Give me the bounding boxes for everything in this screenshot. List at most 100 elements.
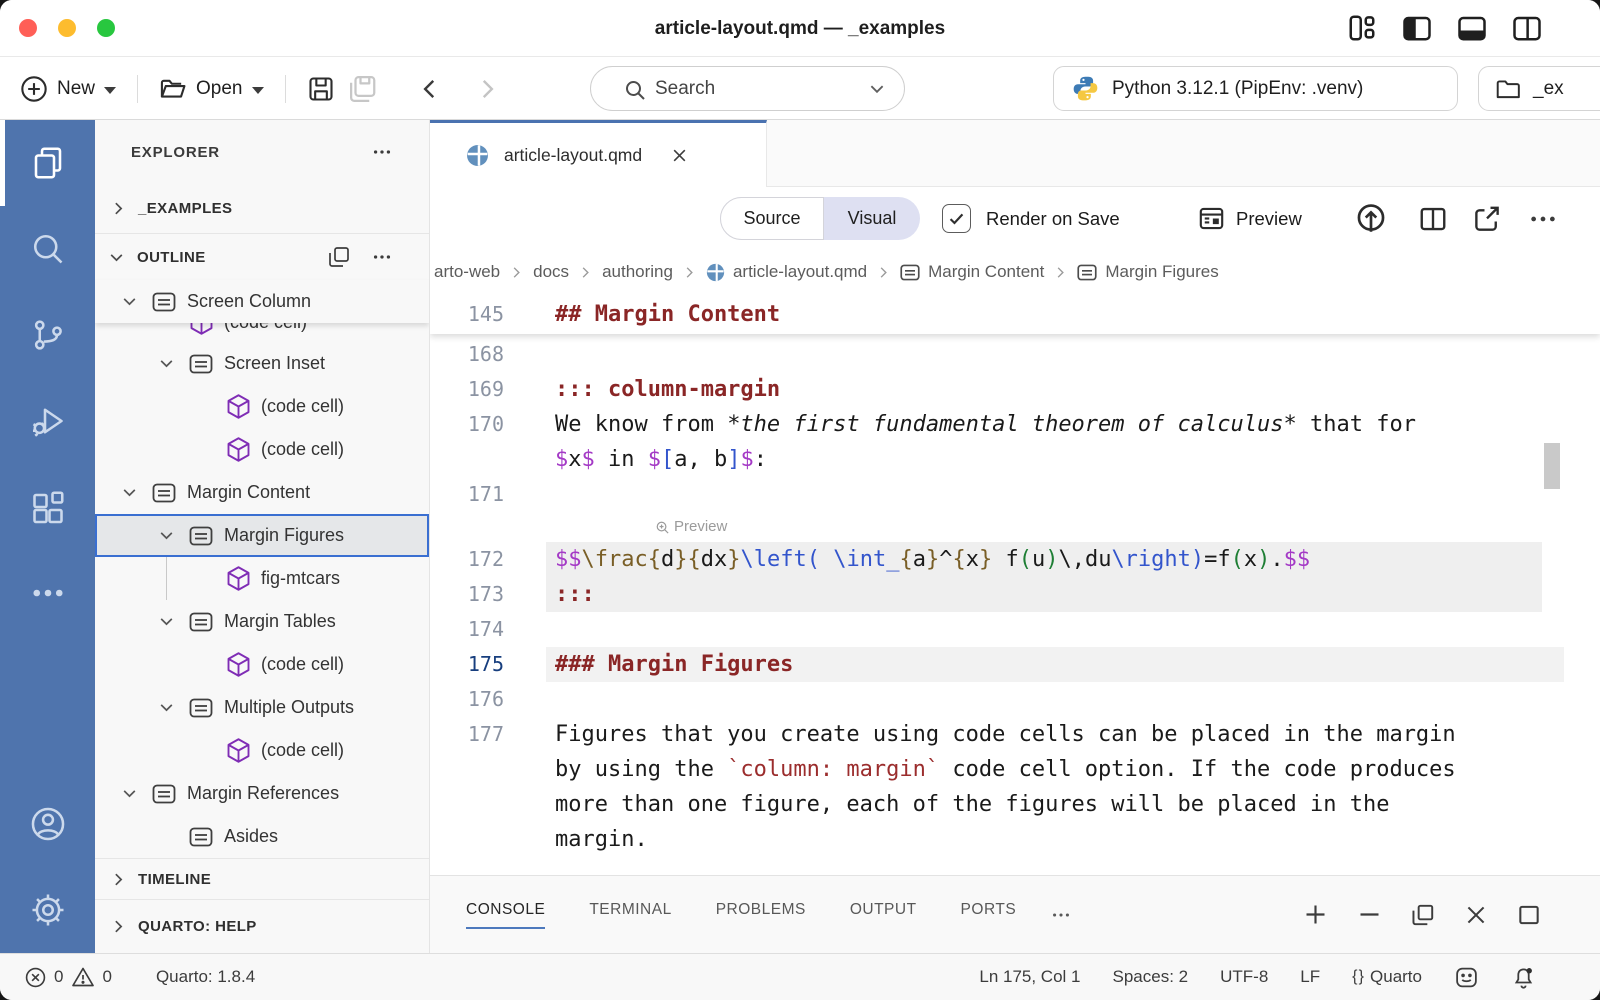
preview-button[interactable]: Preview [1198, 187, 1302, 250]
line-number: 169 [430, 372, 530, 407]
panel-tab-console[interactable]: CONSOLE [466, 901, 545, 929]
breadcrumb-item[interactable]: authoring [602, 262, 673, 282]
quarto-version-status[interactable]: Quarto: 1.8.4 [156, 967, 255, 987]
code-line[interactable]: 176 [430, 682, 1600, 717]
code-line[interactable]: by using the `column: margin` code cell … [430, 752, 1600, 787]
warnings-status[interactable]: 0 [71, 965, 111, 989]
outline-more-actions-icon[interactable] [371, 246, 393, 268]
close-panel-icon[interactable] [1463, 902, 1489, 928]
code-line[interactable]: 173::: [430, 577, 1600, 612]
outline-item-margin-figures[interactable]: Margin Figures [95, 514, 429, 557]
indentation-status[interactable]: Spaces: 2 [1113, 967, 1189, 987]
sidebar-section-quarto-help[interactable]: QUARTO: HELP [95, 899, 429, 953]
code-line[interactable]: 170We know from *the first fundamental t… [430, 407, 1600, 442]
outline-item-code-cell[interactable]: (code cell) [95, 428, 429, 471]
panel-tab-ports[interactable]: PORTS [961, 901, 1017, 929]
code-editor[interactable]: 145## Margin Content 168169::: column-ma… [430, 294, 1600, 875]
save-button[interactable] [307, 75, 335, 103]
outline-item-multiple-outputs[interactable]: Multiple Outputs [95, 686, 429, 729]
activity-extensions-button[interactable] [0, 464, 95, 550]
outline-item-code-cell[interactable]: (code cell) [95, 385, 429, 428]
minimize-panel-icon[interactable] [1356, 901, 1383, 928]
search-input[interactable]: Search [590, 66, 905, 111]
activity-explorer-button[interactable] [0, 120, 95, 206]
outline-item-asides[interactable]: Asides [95, 815, 429, 858]
code-line[interactable]: 177Figures that you create using code ce… [430, 717, 1600, 752]
breadcrumb-item[interactable]: article-layout.qmd [706, 262, 867, 282]
code-line[interactable]: $x$ in $[a, b]$: [430, 442, 1600, 477]
outline-item-margin-tables[interactable]: Margin Tables [95, 600, 429, 643]
code-line[interactable]: margin. [430, 822, 1600, 857]
workspace-button[interactable]: _ex [1478, 66, 1600, 111]
panel-tab-output[interactable]: OUTPUT [850, 901, 917, 929]
activity-run-debug-button[interactable] [0, 378, 95, 464]
open-external-button[interactable] [1472, 187, 1502, 250]
breadcrumb-item[interactable]: Margin Figures [1077, 262, 1218, 282]
code-line[interactable]: more than one figure, each of the figure… [430, 787, 1600, 822]
editor-scrollbar-thumb[interactable] [1544, 443, 1560, 489]
maximize-panel-icon[interactable] [1516, 902, 1542, 928]
code-line[interactable]: 168 [430, 337, 1600, 372]
panel-tab-problems[interactable]: PROBLEMS [716, 901, 806, 929]
breadcrumb-item[interactable]: arto-web [434, 262, 500, 282]
toggle-secondary-sidebar-icon[interactable] [1510, 11, 1544, 45]
sidebar-section-timeline[interactable]: TIMELINE [95, 858, 429, 899]
code-line[interactable]: Preview [430, 512, 1600, 542]
feedback-button[interactable] [1454, 965, 1479, 990]
split-editor-button[interactable] [1418, 187, 1448, 250]
outline-item-fig-mtcars[interactable]: fig-mtcars [95, 557, 429, 600]
activity-source-control-button[interactable] [0, 292, 95, 378]
code-line[interactable]: 171 [430, 477, 1600, 512]
save-all-button[interactable] [348, 74, 378, 104]
source-visual-toggle[interactable]: Source Visual [720, 197, 920, 240]
breadcrumb-item[interactable]: Margin Content [900, 262, 1044, 282]
outline-item-margin-references[interactable]: Margin References [95, 772, 429, 815]
panel-tab-terminal[interactable]: TERMINAL [589, 901, 671, 929]
toggle-primary-sidebar-icon[interactable] [1400, 11, 1434, 45]
editor-more-actions-button[interactable] [1528, 187, 1558, 250]
outline-item-margin-content[interactable]: Margin Content [95, 471, 429, 514]
customize-layout-icon[interactable] [1345, 11, 1379, 45]
files-icon [30, 145, 66, 181]
render-on-save-checkbox[interactable] [942, 204, 971, 233]
mode-visual-button[interactable]: Visual [824, 208, 920, 229]
outline-item-code-cell[interactable]: (code cell) [95, 643, 429, 686]
sidebar-section-examples[interactable]: _EXAMPLES [95, 184, 429, 234]
code-line[interactable]: 169::: column-margin [430, 372, 1600, 407]
notifications-button[interactable] [1511, 965, 1536, 990]
navigate-forward-button[interactable] [474, 76, 500, 102]
sticky-scroll-line[interactable]: 145## Margin Content [430, 294, 1600, 334]
breadcrumb-item[interactable]: docs [533, 262, 569, 282]
new-button[interactable]: New [20, 75, 116, 103]
render-document-button[interactable] [1354, 187, 1388, 250]
outline-item-screen-column[interactable]: Screen Column [95, 280, 429, 323]
code-line[interactable]: 175### Margin Figures [430, 647, 1600, 682]
interpreter-selector[interactable]: Python 3.12.1 (PipEnv: .venv) [1053, 66, 1458, 111]
activity-settings-button[interactable] [0, 867, 95, 953]
activity-account-button[interactable] [0, 781, 95, 867]
code-line[interactable]: 172$$\frac{d}{dx}\left( \int_{a}^{x} f(u… [430, 542, 1600, 577]
tab-article-layout[interactable]: article-layout.qmd [430, 120, 767, 187]
open-button[interactable]: Open [159, 75, 263, 103]
code-line[interactable]: 174 [430, 612, 1600, 647]
math-preview-codelens[interactable]: Preview [655, 512, 727, 542]
collapse-all-icon[interactable] [327, 245, 351, 269]
activity-search-button[interactable] [0, 206, 95, 292]
eol-status[interactable]: LF [1300, 967, 1320, 987]
new-console-icon[interactable] [1302, 901, 1329, 928]
restore-panel-icon[interactable] [1410, 902, 1436, 928]
mode-source-button[interactable]: Source [720, 197, 824, 240]
outline-item-code-cell[interactable]: (code cell) [95, 729, 429, 772]
outline-item-screen-inset[interactable]: Screen Inset [95, 342, 429, 385]
language-mode-status[interactable]: { } Quarto [1352, 967, 1422, 987]
toggle-panel-icon[interactable] [1455, 11, 1489, 45]
sidebar-section-outline[interactable]: OUTLINE [95, 234, 429, 280]
errors-status[interactable]: 0 [24, 966, 63, 989]
navigate-back-button[interactable] [417, 76, 443, 102]
explorer-more-actions-icon[interactable] [371, 141, 393, 163]
panel-more-tabs-icon[interactable] [1050, 904, 1072, 926]
activity-more-button[interactable] [0, 550, 95, 636]
cursor-position-status[interactable]: Ln 175, Col 1 [979, 967, 1080, 987]
encoding-status[interactable]: UTF-8 [1220, 967, 1268, 987]
close-tab-icon[interactable] [671, 147, 688, 164]
